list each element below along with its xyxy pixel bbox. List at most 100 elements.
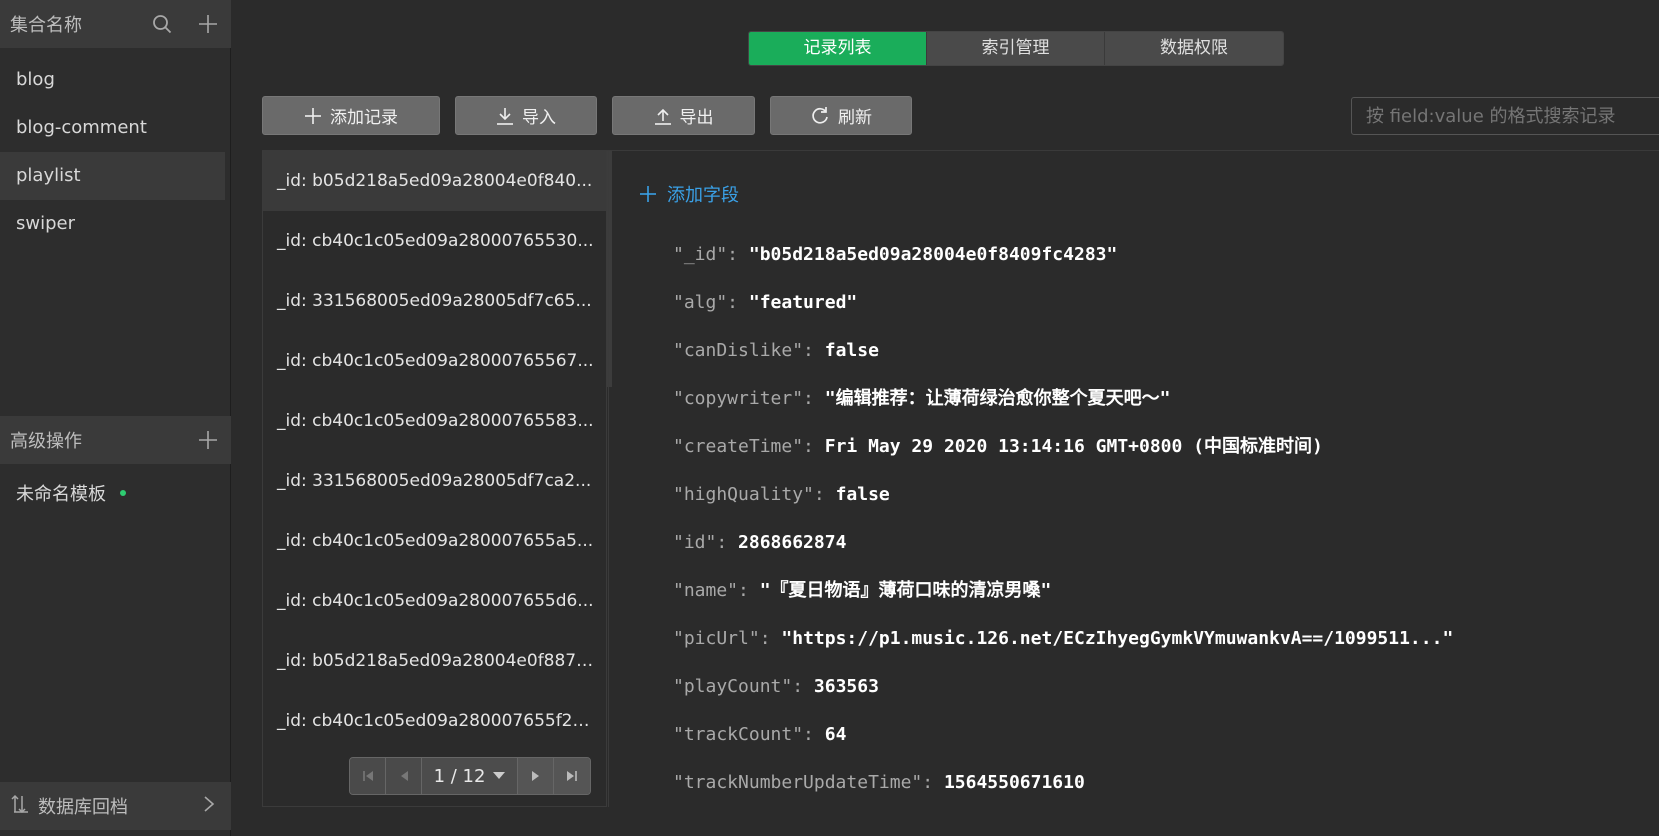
plus-icon	[305, 107, 321, 124]
page-indicator: 1 / 12	[433, 765, 486, 787]
collection-item-blog-comment[interactable]: blog-comment	[0, 104, 225, 152]
refresh-button[interactable]: 刷新	[770, 96, 912, 135]
collection-item-playlist[interactable]: playlist	[0, 152, 225, 200]
view-tabs: 记录列表 索引管理 数据权限	[748, 31, 1284, 66]
add-field-button[interactable]: 添加字段	[639, 181, 739, 207]
record-item[interactable]: _id: cb40c1c05ed09a28000765567...	[263, 331, 606, 391]
field-key: "id":	[673, 532, 728, 553]
refresh-icon	[812, 106, 828, 124]
field-row[interactable]: "canDislike": false	[673, 327, 1453, 375]
field-list: "_id": "b05d218a5ed09a28004e0f8409fc4283…	[673, 231, 1453, 807]
chevron-right-icon	[203, 795, 215, 818]
tab-records[interactable]: 记录列表	[749, 32, 927, 65]
field-row[interactable]: "alg": "featured"	[673, 279, 1453, 327]
advanced-title: 高级操作	[10, 431, 82, 452]
collection-item-swiper[interactable]: swiper	[0, 200, 225, 248]
template-item[interactable]: 未命名模板	[16, 480, 126, 506]
collections-header: 集合名称	[0, 0, 231, 48]
field-row[interactable]: "_id": "b05d218a5ed09a28004e0f8409fc4283…	[673, 231, 1453, 279]
field-key: "trackNumberUpdateTime":	[673, 772, 934, 793]
field-row[interactable]: "picUrl": "https://p1.music.126.net/ECzI…	[673, 615, 1453, 663]
status-dot-icon	[120, 490, 126, 496]
field-value[interactable]: false	[836, 484, 890, 505]
caret-down-icon	[493, 772, 506, 779]
export-button[interactable]: 导出	[612, 96, 755, 135]
field-value[interactable]: 64	[825, 724, 847, 745]
field-value[interactable]: 2868662874	[738, 532, 846, 553]
field-row[interactable]: "copywriter": "编辑推荐：让薄荷绿治愈你整个夏天吧～"	[673, 375, 1453, 423]
search-icon[interactable]	[151, 13, 173, 35]
field-key: "name":	[673, 580, 749, 601]
first-page-button[interactable]	[350, 758, 386, 794]
record-list: _id: b05d218a5ed09a28004e0f840... _id: c…	[262, 151, 612, 807]
field-key: "copywriter":	[673, 388, 814, 409]
field-row[interactable]: "trackNumberUpdateTime": 1564550671610	[673, 759, 1453, 807]
import-button[interactable]: 导入	[455, 96, 597, 135]
field-row[interactable]: "highQuality": false	[673, 471, 1453, 519]
field-row[interactable]: "id": 2868662874	[673, 519, 1453, 567]
record-item[interactable]: _id: b05d218a5ed09a28004e0f840...	[263, 151, 606, 211]
field-value[interactable]: "https://p1.music.126.net/ECzIhyegGymkVY…	[781, 628, 1453, 649]
field-key: "_id":	[673, 244, 739, 265]
tab-permissions[interactable]: 数据权限	[1105, 32, 1283, 65]
add-field-label: 添加字段	[667, 185, 739, 206]
tab-indexes[interactable]: 索引管理	[927, 32, 1105, 65]
field-value[interactable]: "b05d218a5ed09a28004e0f8409fc4283"	[749, 244, 1117, 265]
next-page-icon	[531, 771, 539, 781]
record-item[interactable]: _id: b05d218a5ed09a28004e0f887f...	[263, 631, 606, 691]
record-toolbar: 添加记录 导入 导出 刷新	[262, 96, 912, 135]
main-panel: 记录列表 索引管理 数据权限 添加记录 导入 导出 刷新 _id: b05d21…	[232, 0, 1659, 836]
field-key: "highQuality":	[673, 484, 825, 505]
field-value[interactable]: Fri May 29 2020 13:14:16 GMT+0800 (中国标准时…	[825, 436, 1323, 457]
page-selector[interactable]: 1 / 12	[422, 758, 518, 794]
field-row[interactable]: "name": "『夏日物语』薄荷口味的清凉男嗓"	[673, 567, 1453, 615]
record-item[interactable]: _id: cb40c1c05ed09a28000765530...	[263, 211, 606, 271]
field-value[interactable]: "『夏日物语』薄荷口味的清凉男嗓"	[760, 580, 1052, 601]
import-label: 导入	[522, 108, 556, 128]
refresh-label: 刷新	[838, 108, 872, 128]
collections-title: 集合名称	[10, 15, 82, 36]
collection-sidebar: 集合名称 blog blog-comment playlist swiper 高…	[0, 0, 231, 836]
collection-list: blog blog-comment playlist swiper	[0, 56, 231, 248]
collection-item-blog[interactable]: blog	[0, 56, 225, 104]
record-item[interactable]: _id: cb40c1c05ed09a28000765583...	[263, 391, 606, 451]
record-item[interactable]: _id: 331568005ed09a28005df7c65...	[263, 271, 606, 331]
add-record-button[interactable]: 添加记录	[262, 96, 440, 135]
last-page-icon	[567, 771, 577, 781]
record-item[interactable]: _id: 331568005ed09a28005df7ca2...	[263, 451, 606, 511]
add-collection-icon[interactable]	[197, 13, 219, 35]
sort-icon	[10, 794, 30, 819]
record-item[interactable]: _id: cb40c1c05ed09a280007655f23...	[263, 691, 606, 751]
template-name: 未命名模板	[16, 484, 106, 505]
add-template-icon[interactable]	[197, 429, 219, 451]
field-key: "trackCount":	[673, 724, 814, 745]
field-value[interactable]: 1564550671610	[944, 772, 1085, 793]
prev-page-icon	[400, 771, 408, 781]
field-key: "playCount":	[673, 676, 804, 697]
record-search-input[interactable]	[1351, 97, 1659, 135]
last-page-button[interactable]	[554, 758, 590, 794]
plus-icon	[640, 186, 656, 202]
field-row[interactable]: "playCount": 363563	[673, 663, 1453, 711]
record-item[interactable]: _id: cb40c1c05ed09a280007655a5...	[263, 511, 606, 571]
pagination: 1 / 12	[349, 757, 591, 795]
db-rollback-bar[interactable]: 数据库回档	[0, 782, 231, 830]
field-value[interactable]: "编辑推荐：让薄荷绿治愈你整个夏天吧～"	[825, 388, 1171, 409]
next-page-button[interactable]	[518, 758, 554, 794]
field-key: "createTime":	[673, 436, 814, 457]
field-row[interactable]: "createTime": Fri May 29 2020 13:14:16 G…	[673, 423, 1453, 471]
prev-page-button[interactable]	[386, 758, 422, 794]
record-item[interactable]: _id: cb40c1c05ed09a280007655d6...	[263, 571, 606, 631]
field-key: "picUrl":	[673, 628, 771, 649]
field-key: "canDislike":	[673, 340, 814, 361]
field-value[interactable]: false	[825, 340, 879, 361]
field-value[interactable]: "featured"	[749, 292, 857, 313]
field-row[interactable]: "trackCount": 64	[673, 711, 1453, 759]
db-rollback-label: 数据库回档	[38, 797, 128, 818]
upload-icon	[654, 108, 671, 125]
download-icon	[497, 107, 513, 125]
export-label: 导出	[679, 108, 714, 128]
add-record-label: 添加记录	[330, 108, 398, 128]
field-key: "alg":	[673, 292, 739, 313]
field-value[interactable]: 363563	[814, 676, 879, 697]
